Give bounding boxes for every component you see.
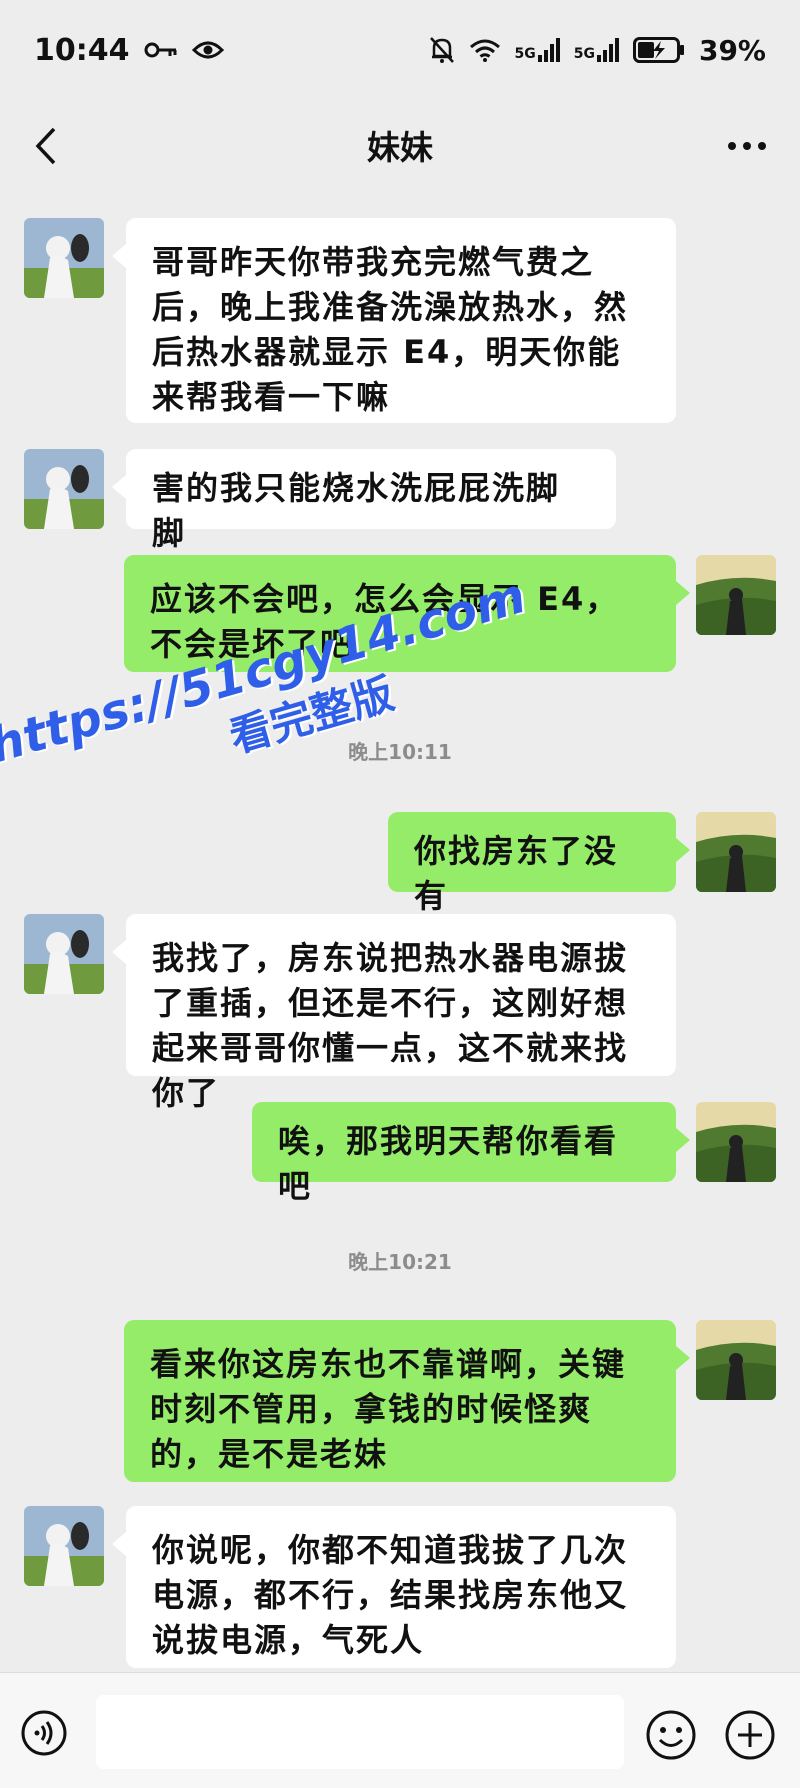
- chat-title: 妹妹: [367, 128, 433, 167]
- network-type-1: 5G: [514, 46, 536, 62]
- voice-input-button[interactable]: [20, 1709, 68, 1757]
- emoji-button[interactable]: [645, 1709, 697, 1761]
- my-avatar[interactable]: [696, 555, 776, 635]
- contact-avatar-image: [24, 449, 104, 529]
- message-bubble[interactable]: 你找房东了没有: [388, 812, 690, 915]
- my-avatar-image: [696, 1320, 776, 1400]
- contact-avatar-image: [24, 218, 104, 298]
- timestamp: 晚上10:21: [348, 1250, 452, 1274]
- signal-1: 5G: [515, 38, 560, 62]
- smiley-icon: [646, 1710, 696, 1760]
- message-text: 我找了，房东说把热水器电源拔了重插，但还是不行，这刚好想起来哥哥你懂一点，这不就…: [152, 939, 629, 1112]
- message-text: 害的我只能烧水洗屁屁洗脚脚: [152, 469, 561, 552]
- signal-bars-icon: [537, 38, 560, 62]
- contact-avatar[interactable]: [24, 1506, 104, 1586]
- message-bubble[interactable]: 你说呢，你都不知道我拔了几次电源，都不行，结果找房东他又说拔电源，气死人: [112, 1506, 676, 1668]
- my-avatar[interactable]: [696, 1320, 776, 1400]
- back-button[interactable]: [26, 116, 66, 176]
- status-left: 10:44: [34, 33, 224, 68]
- more-functions-button[interactable]: [724, 1709, 776, 1761]
- voice-icon: [21, 1710, 67, 1756]
- battery-percent: 39%: [698, 33, 766, 67]
- status-right: 5G 5G 39%: [429, 33, 766, 67]
- message-text: 哥哥昨天你带我充完燃气费之后，晚上我准备洗澡放热水，然后热水器就显示 E4，明天…: [152, 243, 629, 416]
- eye-icon: [191, 41, 224, 59]
- contact-avatar[interactable]: [24, 449, 104, 529]
- chevron-left-icon: [35, 127, 56, 165]
- message-bubble[interactable]: 我找了，房东说把热水器电源拔了重插，但还是不行，这刚好想起来哥哥你懂一点，这不就…: [112, 914, 676, 1112]
- my-avatar-image: [696, 555, 776, 635]
- more-dots-icon: [728, 142, 766, 150]
- contact-avatar-image: [24, 1506, 104, 1586]
- message-input[interactable]: [96, 1695, 624, 1769]
- wifi-icon: [469, 39, 500, 62]
- key-icon: [144, 42, 176, 58]
- message-bubble[interactable]: 看来你这房东也不靠谱啊，关键时刻不管用，拿钱的时候怪爽的，是不是老妹: [124, 1320, 690, 1482]
- my-avatar-image: [696, 812, 776, 892]
- my-avatar[interactable]: [696, 812, 776, 892]
- plus-circle-icon: [725, 1710, 775, 1760]
- message-text: 唉，那我明天帮你看看吧: [278, 1122, 619, 1205]
- message-bubble[interactable]: 哥哥昨天你带我充完燃气费之后，晚上我准备洗澡放热水，然后热水器就显示 E4，明天…: [112, 218, 676, 423]
- more-options-button[interactable]: [722, 118, 772, 174]
- message-bubble[interactable]: 唉，那我明天帮你看看吧: [252, 1102, 690, 1205]
- signal-bars-icon: [596, 38, 619, 62]
- input-bar: [0, 1672, 800, 1788]
- contact-avatar[interactable]: [24, 218, 104, 298]
- status-time: 10:44: [34, 32, 130, 68]
- message-text: 看来你这房东也不靠谱啊，关键时刻不管用，拿钱的时候怪爽的，是不是老妹: [150, 1345, 627, 1473]
- message-bubble[interactable]: 害的我只能烧水洗屁屁洗脚脚: [112, 449, 616, 552]
- chat-header: 妹妹: [0, 100, 800, 190]
- message-text: 你说呢，你都不知道我拔了几次电源，都不行，结果找房东他又说拔电源，气死人: [152, 1531, 629, 1659]
- message-text: 你找房东了没有: [414, 832, 619, 915]
- mute-bell-icon: [429, 37, 454, 63]
- battery-charging-icon: [632, 37, 684, 63]
- status-bar: 10:44 5G 5G 39%: [0, 0, 800, 100]
- my-avatar-image: [696, 1102, 776, 1182]
- my-avatar[interactable]: [696, 1102, 776, 1182]
- signal-2: 5G: [574, 38, 619, 62]
- network-type-2: 5G: [573, 46, 595, 62]
